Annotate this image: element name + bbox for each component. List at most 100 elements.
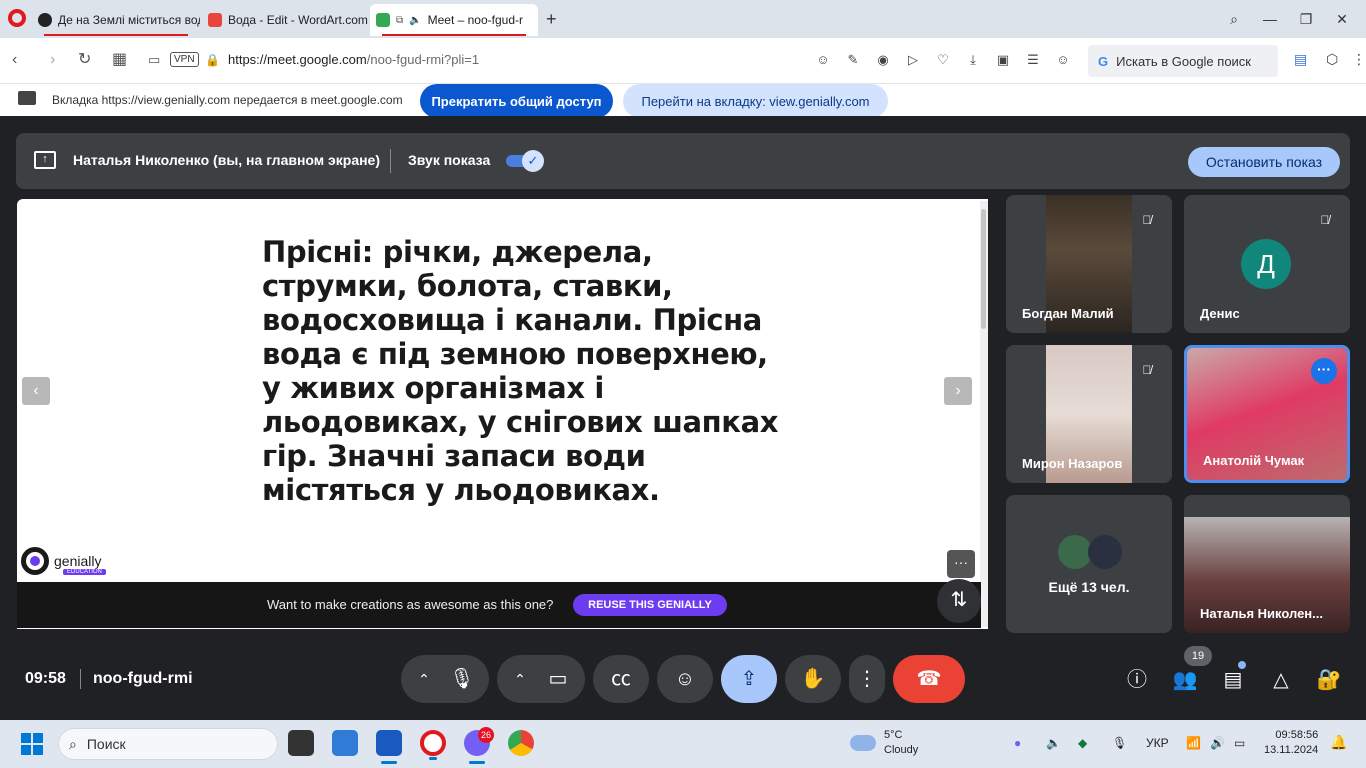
heart-icon[interactable]: ♡ [934, 51, 952, 69]
google-icon: G [1098, 53, 1109, 69]
meeting-clock: 09:58 [25, 670, 66, 687]
presentation-bar: ↑ Наталья Николенко (вы, на главном экра… [16, 133, 1350, 189]
tab-underline [382, 34, 526, 36]
vpn-badge[interactable]: VPN [170, 52, 199, 67]
more-vert-icon[interactable]: ⋮ [849, 655, 885, 703]
close-icon[interactable]: ✕ [1324, 6, 1360, 32]
present-icon: ↑ [34, 151, 56, 169]
more-vert-icon[interactable]: ⋮ [1352, 51, 1366, 68]
genially-favicon-icon [38, 13, 52, 27]
url-field[interactable]: https://meet.google.com/noo-fgud-rmi?pli… [228, 52, 479, 67]
extensions-icon[interactable]: ⬡ [1326, 51, 1338, 68]
camera-icon[interactable]: ▭ [532, 655, 584, 703]
mic-icon[interactable]: 🎙 [436, 655, 488, 703]
scrollbar-thumb[interactable] [981, 209, 986, 329]
camera-small-icon[interactable]: ▭ [148, 51, 160, 69]
participant-tile[interactable]: 🎙̸ Мирон Назаров [1006, 345, 1172, 483]
language-indicator[interactable]: УКР [1146, 736, 1169, 750]
volume-icon[interactable]: 🔊 [1210, 736, 1225, 750]
slide-text: Прісні: річки, джерела, струмки, болота,… [262, 235, 779, 507]
google-search-input[interactable]: G Искать в Google поиск [1088, 45, 1278, 77]
slide-more-button[interactable]: ··· [947, 550, 975, 578]
participant-tile[interactable]: Д 🎙̸ Денис [1184, 195, 1350, 333]
windows-start-icon[interactable] [21, 733, 43, 755]
captions-icon[interactable]: ㏄ [593, 655, 649, 703]
hangup-icon[interactable]: ☎ [893, 655, 965, 703]
wordart-favicon-icon [208, 13, 222, 27]
new-tab-button[interactable]: + [546, 10, 557, 28]
task-view-icon[interactable] [288, 730, 314, 756]
stop-sharing-button[interactable]: Прекратить общий доступ [420, 84, 613, 118]
hand-icon[interactable]: ✋ [785, 655, 841, 703]
more-options-icon[interactable]: ··· [1311, 358, 1337, 384]
reuse-genially-button[interactable]: REUSE THIS GENIALLY [573, 594, 727, 616]
minimize-icon[interactable]: — [1252, 6, 1288, 32]
slide-scrollbar[interactable] [980, 201, 988, 627]
presenter-name: Наталья Николенко (вы, на главном экране… [73, 152, 381, 168]
tab-search-icon[interactable]: ⌕ [1216, 6, 1252, 32]
player-icon[interactable]: ▣ [994, 51, 1012, 69]
opera-icon[interactable] [420, 730, 446, 760]
tab-meet[interactable]: ⧉ 🔈 Meet – noo-fgud-r [370, 4, 538, 36]
avatar [1088, 535, 1122, 569]
send-icon[interactable]: ▷ [904, 51, 922, 69]
wifi-icon[interactable]: 📶 [1186, 736, 1201, 750]
viber-tray-icon[interactable]: ● [1014, 736, 1021, 750]
lock-icon[interactable]: 🔒 [205, 51, 220, 69]
battery-icon[interactable]: ▭ [1234, 736, 1245, 750]
mic-tray-icon[interactable]: 🎙 [1112, 736, 1127, 750]
info-icon[interactable]: ⓘ [1123, 666, 1151, 694]
meeting-code: noo-fgud-rmi [93, 670, 193, 687]
word-icon[interactable] [376, 730, 402, 764]
people-icon[interactable]: 👥 [1171, 666, 1199, 694]
search-icon: ⌕ [69, 735, 77, 752]
store-icon[interactable] [332, 730, 358, 756]
sidebar-icon[interactable]: ▤ [1294, 51, 1307, 68]
snapshot-icon[interactable]: ◉ [874, 51, 892, 69]
security-icon[interactable]: ◆ [1078, 736, 1087, 750]
chrome-icon[interactable] [508, 730, 534, 756]
participant-tile-speaking[interactable]: ··· Анатолій Чумак [1184, 345, 1350, 483]
chat-icon[interactable]: ▤ [1219, 666, 1247, 694]
reload-icon[interactable]: ↻ [78, 51, 91, 69]
stop-presenting-button[interactable]: Остановить показ [1188, 147, 1340, 177]
emoji-icon[interactable]: ☺ [814, 51, 832, 69]
host-controls-icon[interactable]: 🔐 [1315, 666, 1343, 694]
windows-taskbar: ⌕ Поиск 26 5°C Cloudy ● 🔈 ◆ 🎙 УКР 📶 🔊 ▭ … [0, 720, 1366, 768]
grid-icon[interactable]: ▦ [112, 51, 127, 69]
back-icon[interactable]: ‹ [12, 51, 17, 69]
download-icon[interactable]: ⤓ [964, 51, 982, 69]
more-participants-tile[interactable]: Ещё 13 чел. [1006, 495, 1172, 633]
notification-bell-icon[interactable]: 🔔 [1330, 734, 1347, 751]
forward-icon[interactable]: › [50, 51, 55, 69]
window-controls: ⌕ — ❐ ✕ [1216, 6, 1360, 32]
participant-tile[interactable]: 🎙̸ Богдан Малий [1006, 195, 1172, 333]
chat-notification-dot [1238, 661, 1246, 669]
opera-logo-icon[interactable] [8, 9, 26, 27]
profile-icon[interactable]: ☺ [1054, 51, 1072, 69]
sound-toggle[interactable]: ✓ [506, 150, 544, 172]
activities-icon[interactable]: △ [1267, 666, 1295, 694]
mic-off-icon: 🎙̸ [1320, 213, 1330, 227]
participant-tile-self[interactable]: Наталья Николен... [1184, 495, 1350, 633]
meet-area: ↑ Наталья Николенко (вы, на главном экра… [0, 116, 1366, 720]
goto-tab-button[interactable]: Перейти на вкладку: view.genially.com [623, 84, 888, 118]
emoji-icon[interactable]: ☺ [657, 655, 713, 703]
swap-layout-button[interactable]: ⇅ [937, 579, 981, 623]
system-clock[interactable]: 09:58:56 13.11.2024 [1264, 728, 1318, 758]
edit-icon[interactable]: ✎ [844, 51, 862, 69]
mic-off-icon: 🎙̸ [1142, 213, 1152, 227]
weather-widget[interactable]: 5°C Cloudy [850, 728, 918, 758]
next-slide-button[interactable]: › [944, 377, 972, 405]
tab-underline [44, 34, 188, 36]
menu-icon[interactable]: ☰ [1024, 51, 1042, 69]
tab-wordart[interactable]: Вода - Edit - WordArt.com [202, 4, 370, 36]
prev-slide-button[interactable]: ‹ [22, 377, 50, 405]
tab-audio-icon[interactable]: 🔈 [409, 15, 421, 26]
speaker-tray-icon[interactable]: 🔈 [1046, 736, 1061, 750]
genially-logo[interactable]: genially EDUCATION [21, 547, 106, 575]
present-icon[interactable]: ⇪ [721, 655, 777, 703]
tab-water-article[interactable]: Де на Землі міститься вод [32, 4, 200, 36]
taskbar-search[interactable]: ⌕ Поиск [58, 728, 278, 760]
restore-icon[interactable]: ❐ [1288, 6, 1324, 32]
